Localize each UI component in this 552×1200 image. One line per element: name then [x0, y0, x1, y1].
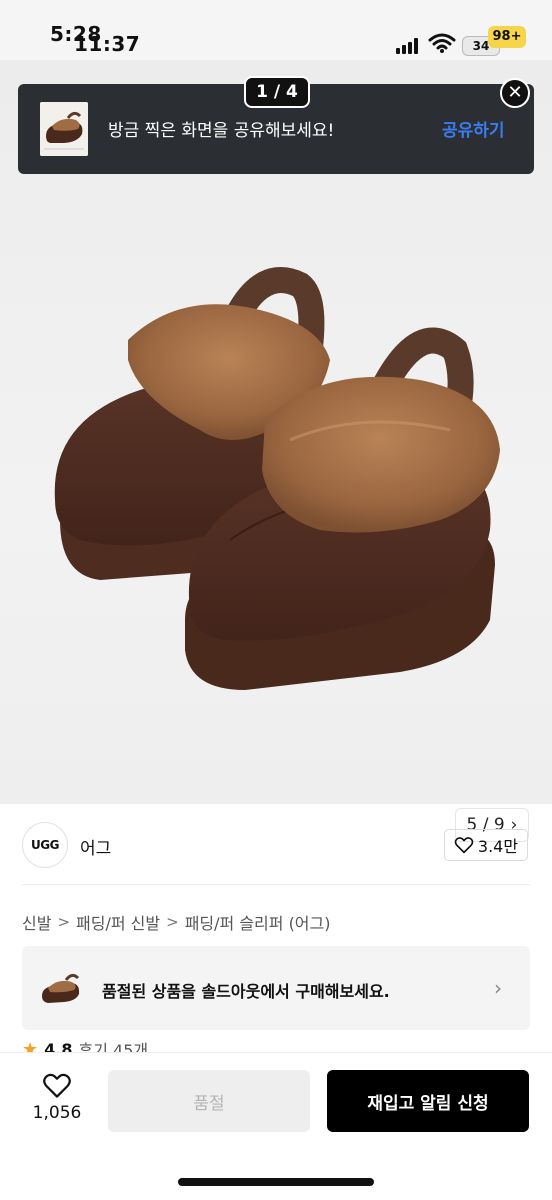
brand-name[interactable]: 어그 [80, 834, 111, 859]
brand-logo[interactable]: UGG [22, 822, 68, 868]
product-thumbnail [42, 973, 80, 1003]
chevron-right-icon: › [494, 976, 502, 1000]
breadcrumb: 신발 > 패딩/퍼 신발 > 패딩/퍼 슬리퍼 (어그) [22, 910, 331, 934]
screenshot-page-indicator: 1 / 4 [244, 76, 310, 108]
close-icon[interactable]: ✕ [500, 78, 530, 108]
status-time-overlay: 11:37 [74, 32, 141, 56]
soldout-button[interactable]: 품절 [108, 1070, 310, 1132]
breadcrumb-item-padding-fur-slippers[interactable]: 패딩/퍼 슬리퍼 (어그) [185, 910, 331, 934]
wishlist-count: 1,056 [32, 1103, 82, 1123]
battery-level-front: 98+ [492, 29, 522, 44]
brand-like-count: 3.4만 [477, 837, 519, 856]
breadcrumb-separator: > [57, 913, 71, 931]
restock-alert-button[interactable]: 재입고 알림 신청 [327, 1070, 529, 1132]
wishlist-button[interactable]: 1,056 [28, 1068, 86, 1132]
breadcrumb-separator: > [166, 913, 179, 931]
heart-outline-icon [454, 837, 474, 854]
battery-charging-icon: 98+ [488, 26, 526, 48]
brand-like-button[interactable]: 3.4만 [444, 829, 528, 861]
heart-outline-icon [43, 1073, 71, 1098]
screenshot-thumbnail [40, 102, 88, 156]
section-divider [22, 884, 530, 885]
soldout-notice-text: 품절된 상품을 솔드아웃에서 구매해보세요. [102, 982, 390, 1001]
home-indicator[interactable] [178, 1178, 374, 1186]
share-button[interactable]: 공유하기 [442, 116, 505, 141]
soldout-notice-card[interactable]: 품절된 상품을 솔드아웃에서 구매해보세요. › [22, 946, 530, 1030]
cellular-signal-icon [396, 38, 422, 54]
wifi-icon [428, 33, 456, 53]
share-prompt-text: 방금 찍은 화면을 공유해보세요! [108, 121, 335, 141]
status-bar: 5:28 11:37 34 98+ [0, 0, 552, 60]
brand-logo-text: UGG [31, 838, 59, 852]
breadcrumb-item-shoes[interactable]: 신발 [22, 910, 51, 934]
breadcrumb-item-padding-fur-shoes[interactable]: 패딩/퍼 신발 [76, 910, 160, 934]
